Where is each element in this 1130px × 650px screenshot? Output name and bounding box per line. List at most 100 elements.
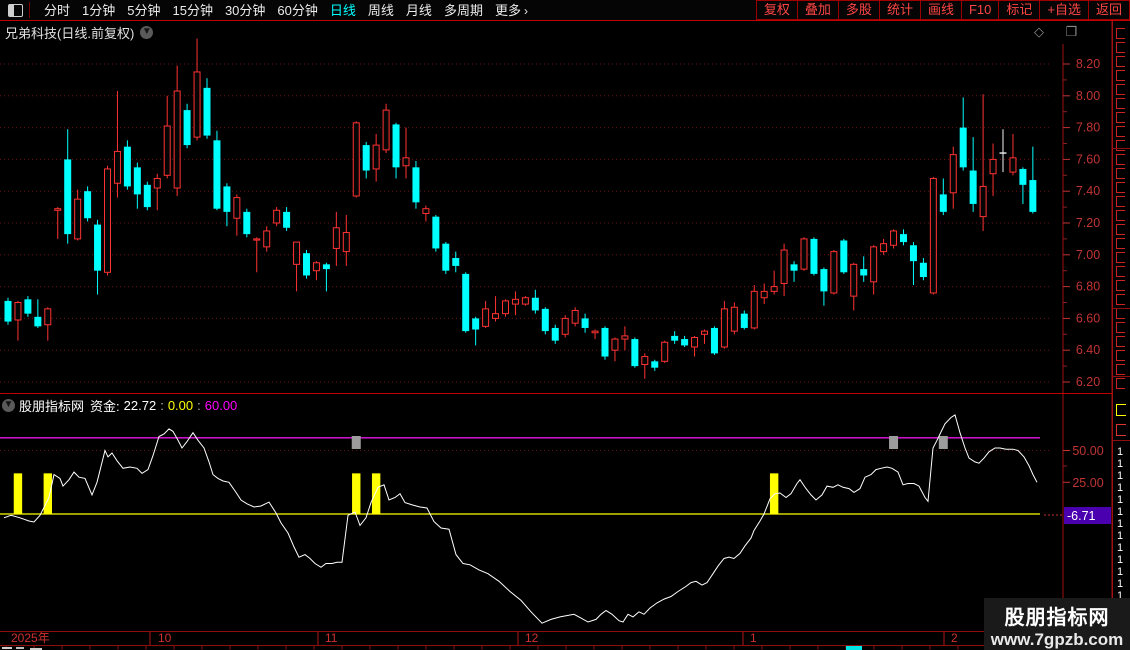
clipped-glyph-fragment (1116, 56, 1125, 67)
separator: : (197, 397, 201, 413)
app-window: { "window": { "chart_title": "兄弟科技(日线.前复… (0, 0, 1130, 650)
svg-text:6.80: 6.80 (1076, 280, 1100, 294)
watermark-title: 股朋指标网 (1004, 607, 1110, 629)
more-chevron-icon: › (523, 4, 528, 18)
clipped-glyph-fragment (1116, 98, 1125, 109)
period-tab-60分钟[interactable]: 60分钟 (277, 3, 317, 18)
period-tab-30分钟[interactable]: 30分钟 (225, 3, 265, 18)
sidebar-price-digit: 1 (1117, 530, 1124, 542)
indicator-header: ▼ 股朋指标网 资金: 22.72 : 0.00 : 60.00 (0, 396, 237, 414)
period-tab-5分钟[interactable]: 5分钟 (127, 3, 160, 18)
period-tab-日线[interactable]: 日线 (330, 3, 356, 18)
title-bar-icons[interactable]: ◇ ❒ (1034, 24, 1086, 40)
sidebar-price-digit: 1 (1117, 566, 1124, 578)
title-bar: 兄弟科技(日线.前复权) ▼ ◇ ❒ (0, 21, 1110, 43)
period-tab-周线[interactable]: 周线 (368, 3, 394, 18)
sidebar-price-digit: 1 (1117, 458, 1124, 470)
sidebar-price-digit: 1 (1117, 554, 1124, 566)
action-button-画线[interactable]: 画线 (919, 0, 962, 20)
svg-text:7.60: 7.60 (1076, 152, 1100, 166)
window-layout-icon[interactable] (8, 3, 23, 17)
chart-title: 兄弟科技(日线.前复权) (5, 25, 135, 41)
indicator-source: 股朋指标网 (19, 398, 85, 414)
indicator-param-1: 0.00 (167, 397, 194, 413)
watermark-url: www.7gpzb.com (990, 630, 1124, 649)
sidebar-price-digit: 1 (1117, 482, 1124, 494)
svg-text:8.20: 8.20 (1076, 57, 1100, 71)
period-tab-15分钟[interactable]: 15分钟 (172, 3, 212, 18)
period-tab-更多[interactable]: 更多 (495, 3, 521, 18)
svg-text:50.00: 50.00 (1072, 444, 1103, 458)
main-chart-region[interactable] (0, 44, 1063, 392)
clipped-glyph-fragment (1116, 112, 1125, 123)
clipped-glyph-fragment (1116, 196, 1125, 207)
clipped-glyph-fragment (1116, 210, 1125, 221)
period-tab-多周期[interactable]: 多周期 (444, 3, 483, 18)
svg-text:11: 11 (325, 631, 338, 645)
chevron-down-icon[interactable]: ▼ (140, 25, 154, 39)
clipped-glyph-fragment (1116, 70, 1125, 81)
period-tab-分时[interactable]: 分时 (44, 3, 70, 18)
svg-text:2025年: 2025年 (11, 631, 50, 645)
period-tabs: 分时 1分钟 5分钟 15分钟 30分钟 60分钟 日线 周线 月线 多周期 更多 › (38, 0, 528, 20)
sidebar-price-digit: 1 (1117, 446, 1124, 458)
indicator-name[interactable]: 资金: (90, 396, 120, 415)
clipped-glyph-fragment (1116, 28, 1125, 39)
sidebar-divider (1113, 308, 1130, 309)
right-sidebar-clipped[interactable]: 1111111111111111111 (1112, 20, 1130, 650)
clipped-glyph-fragment (1116, 42, 1125, 53)
sidebar-price-digit: 1 (1117, 506, 1124, 518)
sidebar-price-digit: 1 (1117, 518, 1124, 530)
svg-text:6.40: 6.40 (1076, 343, 1100, 357)
svg-text:10: 10 (158, 631, 172, 645)
clipped-glyph-fragment (1116, 126, 1125, 137)
action-button-+自选[interactable]: +自选 (1039, 0, 1089, 20)
svg-text:7.00: 7.00 (1076, 248, 1100, 262)
svg-text:8.00: 8.00 (1076, 89, 1100, 103)
sidebar-tab-fragment-active (1116, 404, 1126, 416)
clipped-glyph-fragment (1116, 238, 1125, 249)
sidebar-divider (1113, 148, 1130, 149)
toolbar-separator (29, 2, 30, 18)
period-tab-月线[interactable]: 月线 (406, 3, 432, 18)
indicator-chart-region[interactable] (0, 417, 1063, 630)
action-button-F10[interactable]: F10 (960, 0, 1000, 20)
svg-text:7.20: 7.20 (1076, 216, 1100, 230)
action-button-标记[interactable]: 标记 (998, 0, 1041, 20)
clipped-glyph-fragment (1116, 168, 1125, 179)
sidebar-price-digit: 1 (1117, 542, 1124, 554)
clipped-glyph-fragment (1116, 378, 1125, 389)
sidebar-tab-fragment (1116, 424, 1126, 436)
svg-text:6.60: 6.60 (1076, 311, 1100, 325)
clipped-glyph-fragment (1116, 182, 1125, 193)
action-button-复权[interactable]: 复权 (755, 0, 798, 20)
top-toolbar: 分时 1分钟 5分钟 15分钟 30分钟 60分钟 日线 周线 月线 多周期 更多 › 复权 叠加 多股统… (0, 0, 1130, 21)
action-button-多股[interactable]: 多股 (837, 0, 880, 20)
period-tab-1分钟[interactable]: 1分钟 (82, 3, 115, 18)
indicator-value: 22.72 (123, 397, 157, 413)
sidebar-divider (1113, 376, 1130, 377)
clipped-glyph-fragment (1116, 266, 1125, 277)
svg-text:12: 12 (525, 631, 539, 645)
clipped-glyph-fragment (1116, 154, 1125, 165)
clipped-glyph-fragment (1116, 350, 1125, 361)
sidebar-divider (1113, 440, 1130, 441)
svg-text:25.00: 25.00 (1072, 476, 1103, 490)
svg-text:7.40: 7.40 (1076, 184, 1100, 198)
watermark: 股朋指标网 www.7gpzb.com (984, 598, 1130, 650)
clipped-glyph-fragment (1116, 252, 1125, 263)
svg-text:1: 1 (750, 631, 757, 645)
clipped-glyph-fragment (1116, 224, 1125, 235)
indicator-param-2: 60.00 (204, 397, 238, 413)
separator: : (160, 397, 164, 413)
clipped-glyph-fragment (1116, 336, 1125, 347)
clipped-glyph-fragment (1116, 308, 1125, 319)
action-button-统计[interactable]: 统计 (878, 0, 921, 20)
date-axis: 2025年 10 11 12 1 2 (2, 631, 1015, 650)
action-button-叠加[interactable]: 叠加 (796, 0, 839, 20)
clipped-glyph-fragment (1116, 140, 1125, 151)
svg-text:6.20: 6.20 (1076, 375, 1100, 389)
clipped-glyph-fragment (1116, 322, 1125, 333)
chevron-down-icon[interactable]: ▼ (2, 398, 15, 412)
action-button-返回[interactable]: 返回 (1087, 0, 1130, 20)
